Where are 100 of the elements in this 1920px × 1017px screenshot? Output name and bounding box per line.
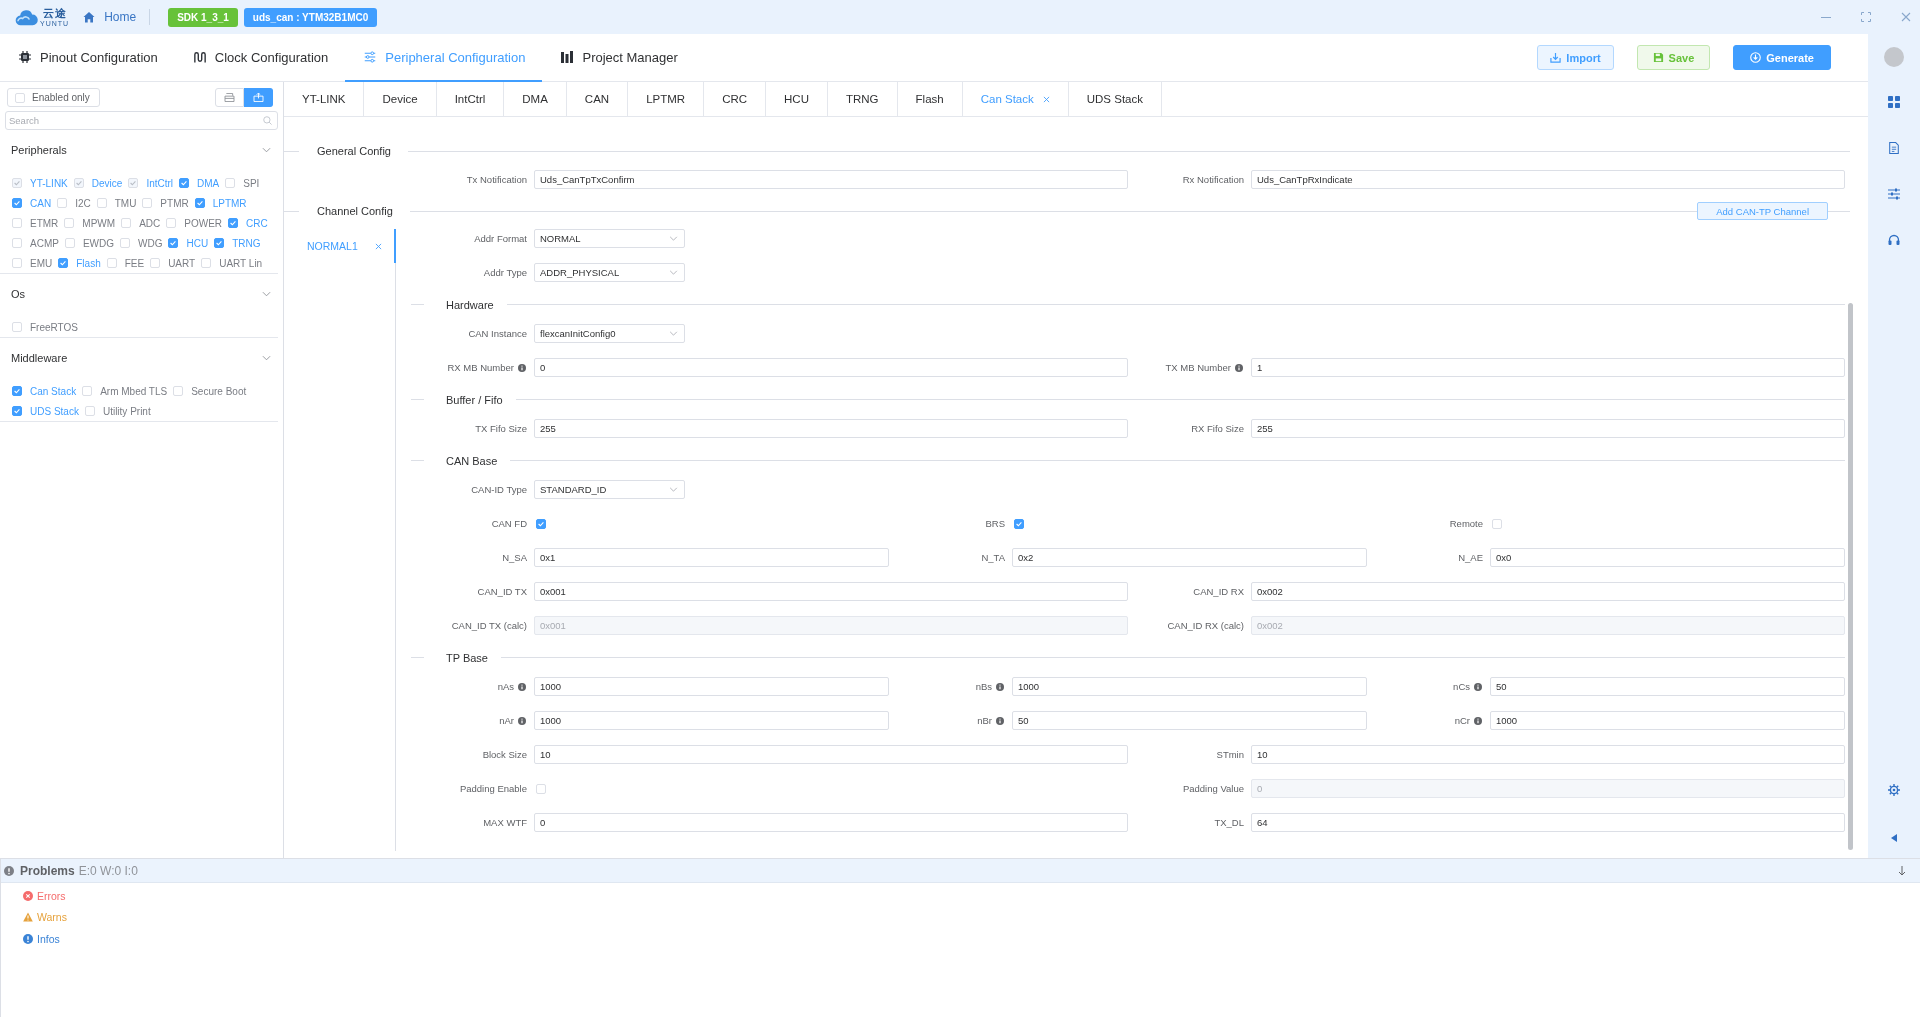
panel-title: Problems [20, 863, 75, 878]
tab[interactable]: HCU [766, 82, 828, 116]
error-icon [23, 890, 33, 901]
checkbox[interactable] [12, 198, 22, 208]
scrollbar-thumb[interactable] [1848, 303, 1853, 850]
text-field[interactable]: 255 [1251, 419, 1845, 438]
arrow-down-icon[interactable] [1898, 865, 1906, 876]
dropdown[interactable]: flexcanInitConfig0 [534, 324, 685, 343]
field-label: TX Fifo Size [475, 423, 527, 434]
tab[interactable]: YT-LINK [284, 82, 365, 116]
close-icon[interactable] [374, 242, 382, 250]
field-label: nCs [1453, 681, 1470, 692]
checkbox[interactable] [168, 238, 179, 248]
tab[interactable]: Device [364, 82, 437, 116]
tab[interactable]: Flash [897, 82, 963, 116]
checkbox-label: HCU [186, 237, 209, 249]
chevron-down-icon [669, 270, 678, 275]
dropdown[interactable]: NORMAL [534, 229, 685, 248]
maximize-icon[interactable] [1861, 12, 1871, 22]
text-field[interactable]: 10 [1251, 745, 1845, 764]
field-label: RX MB Number [447, 362, 514, 373]
text-field[interactable]: 1000 [1012, 677, 1367, 696]
text-field[interactable]: 0x001 [534, 582, 1128, 601]
text-field[interactable]: 0x2 [1012, 548, 1367, 567]
checkbox-label: Secure Boot [191, 385, 247, 397]
headset-icon[interactable] [1888, 234, 1900, 246]
checkbox-label: Arm Mbed TLS [100, 385, 168, 397]
home-link[interactable]: Home [83, 10, 137, 24]
section-title: TP Base [446, 651, 488, 664]
info-icon [23, 933, 33, 944]
checkbox-label: UART Lin [219, 257, 263, 269]
checkbox[interactable] [12, 406, 22, 416]
checkbox-label: I2C [75, 197, 91, 209]
tab[interactable]: TRNG [827, 82, 898, 116]
text-field[interactable]: 0x002 [1251, 582, 1845, 601]
main-tab[interactable]: Pinout Configuration [0, 34, 175, 82]
enabled-only-toggle[interactable]: Enabled only [7, 88, 100, 107]
text-field[interactable]: 1000 [534, 711, 889, 730]
text-field[interactable]: 0x0 [1490, 548, 1845, 567]
tab[interactable]: UDS Stack [1068, 82, 1162, 116]
checkbox[interactable] [536, 518, 546, 529]
field-label: nBr [977, 715, 992, 726]
checkbox[interactable] [58, 258, 69, 268]
field-label: Block Size [482, 749, 527, 760]
problems-header[interactable]: Problems E:0 W:0 I:0 [1, 859, 1920, 883]
settings-icon[interactable] [1888, 784, 1900, 796]
grid-icon[interactable] [1888, 96, 1900, 108]
main-tab[interactable]: Project Manager [542, 34, 695, 82]
checkbox[interactable] [1014, 518, 1024, 529]
avatar-icon[interactable] [1884, 47, 1904, 67]
caret-left-icon[interactable] [1891, 834, 1897, 842]
text-field[interactable]: 0 [534, 813, 1128, 832]
checkbox[interactable] [194, 198, 205, 208]
text-field[interactable]: 0 [534, 358, 1128, 377]
close-icon[interactable] [1901, 12, 1911, 22]
field-label: N_AE [1458, 552, 1483, 563]
checkbox[interactable] [12, 386, 22, 396]
text-field[interactable]: 1 [1251, 358, 1845, 377]
checkbox[interactable] [228, 218, 239, 228]
text-field[interactable]: 50 [1012, 711, 1367, 730]
tray-icon [224, 93, 235, 102]
checkbox-label: FEE [124, 257, 145, 269]
dropdown[interactable]: STANDARD_ID [534, 480, 685, 499]
text-field[interactable]: Uds_CanTpTxConfirm [534, 170, 1128, 189]
text-field[interactable]: 1000 [534, 677, 889, 696]
tab[interactable]: CRC [704, 82, 767, 116]
tab[interactable]: DMA [504, 82, 567, 116]
main-tab[interactable]: Clock Configuration [174, 34, 346, 82]
check-icon [74, 178, 83, 188]
view-toggle-button[interactable] [244, 88, 273, 107]
text-field[interactable]: 255 [534, 419, 1128, 438]
checkbox[interactable] [214, 238, 225, 248]
field-label: CAN_ID RX [1193, 586, 1244, 597]
dropdown[interactable]: ADDR_PHYSICAL [534, 263, 685, 282]
text-field[interactable]: 64 [1251, 813, 1845, 832]
close-icon[interactable] [1042, 95, 1050, 103]
field-label: nBs [975, 681, 992, 692]
field-label: Padding Value [1182, 783, 1244, 794]
checkbox-label: ADC [139, 217, 161, 229]
checkbox[interactable] [179, 178, 190, 188]
tab[interactable]: LPTMR [628, 82, 705, 116]
text-field[interactable]: 1000 [1490, 711, 1845, 730]
text-field[interactable]: 50 [1490, 677, 1845, 696]
document-icon[interactable] [1888, 142, 1900, 154]
problem-category[interactable]: Infos [37, 932, 60, 945]
chevron-icon[interactable] [262, 291, 271, 297]
tab[interactable]: CAN [566, 82, 629, 116]
chevron-down-icon [669, 331, 678, 336]
search-field[interactable]: Search [5, 111, 278, 130]
checkbox-label: SPI [243, 177, 260, 189]
field-label: Rx Notification [1182, 174, 1244, 185]
text-field[interactable]: Uds_CanTpRxIndicate [1251, 170, 1845, 189]
chevron-icon[interactable] [262, 355, 271, 361]
sliders-icon[interactable] [1888, 188, 1900, 200]
tab[interactable]: IntCtrl [436, 82, 505, 116]
checkbox-label: EMU [30, 257, 53, 269]
chevron-icon[interactable] [262, 147, 271, 153]
text-field[interactable]: 10 [534, 745, 1128, 764]
text-field[interactable]: 0x1 [534, 548, 889, 567]
field-label: Remote [1449, 518, 1483, 529]
